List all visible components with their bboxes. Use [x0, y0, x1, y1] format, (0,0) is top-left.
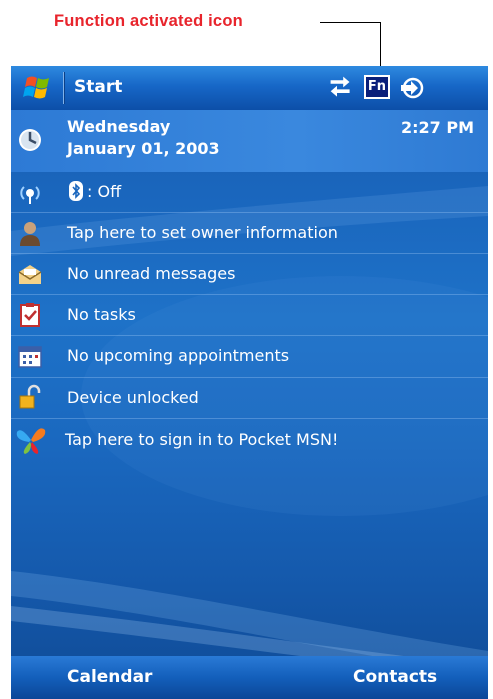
pocket-msn-label: Tap here to sign in to Pocket MSN!: [65, 430, 339, 449]
softkey-bar: Calendar Contacts: [11, 656, 488, 699]
full-date: January 01, 2003: [67, 139, 220, 158]
lock-status-label: Device unlocked: [67, 388, 199, 407]
lock-row[interactable]: Device unlocked: [11, 378, 488, 418]
appointments-label: No upcoming appointments: [67, 346, 290, 365]
start-menu-label[interactable]: Start: [74, 77, 122, 97]
appointments-row[interactable]: No upcoming appointments: [11, 336, 488, 377]
wireless-row[interactable]: : Off: [11, 172, 488, 212]
title-separator: [63, 72, 64, 104]
windows-start-icon[interactable]: [21, 72, 55, 104]
pocketpc-today-screen: Start Fn Wednesday January 01, 2003 2:27…: [11, 66, 488, 699]
callout-leader-line: [320, 22, 381, 23]
connectivity-icon[interactable]: [397, 75, 427, 101]
tasks-label: No tasks: [67, 305, 136, 324]
day-of-week: Wednesday: [67, 117, 171, 136]
callout-label: Function activated icon: [54, 12, 243, 30]
sync-arrows-icon[interactable]: [327, 76, 355, 100]
callout-pointer-line: [380, 22, 381, 66]
msn-butterfly-icon: [16, 428, 46, 454]
bluetooth-status: : Off: [87, 182, 122, 201]
date-time-row[interactable]: Wednesday January 01, 2003 2:27 PM: [11, 110, 488, 172]
calendar-icon: [18, 346, 42, 368]
messages-row[interactable]: No unread messages: [11, 254, 488, 294]
tasks-row[interactable]: No tasks: [11, 295, 488, 335]
owner-info-label: Tap here to set owner information: [67, 223, 338, 242]
callout-annotation: Function activated icon: [0, 0, 493, 66]
wireless-icon: [20, 186, 40, 204]
messages-label: No unread messages: [67, 264, 236, 283]
messages-icon: [18, 265, 42, 284]
clock-icon: [19, 129, 41, 151]
owner-icon: [20, 222, 40, 246]
title-bar: Start Fn: [11, 66, 488, 110]
current-time: 2:27 PM: [401, 118, 475, 137]
pocket-msn-row[interactable]: Tap here to sign in to Pocket MSN!: [11, 419, 488, 461]
calendar-softkey[interactable]: Calendar: [67, 667, 152, 687]
contacts-softkey[interactable]: Contacts: [353, 667, 437, 687]
fn-key-icon[interactable]: Fn: [364, 75, 390, 99]
bluetooth-icon: [69, 181, 83, 201]
owner-info-row[interactable]: Tap here to set owner information: [11, 213, 488, 253]
lock-icon: [19, 384, 41, 409]
tasks-icon: [20, 303, 40, 327]
